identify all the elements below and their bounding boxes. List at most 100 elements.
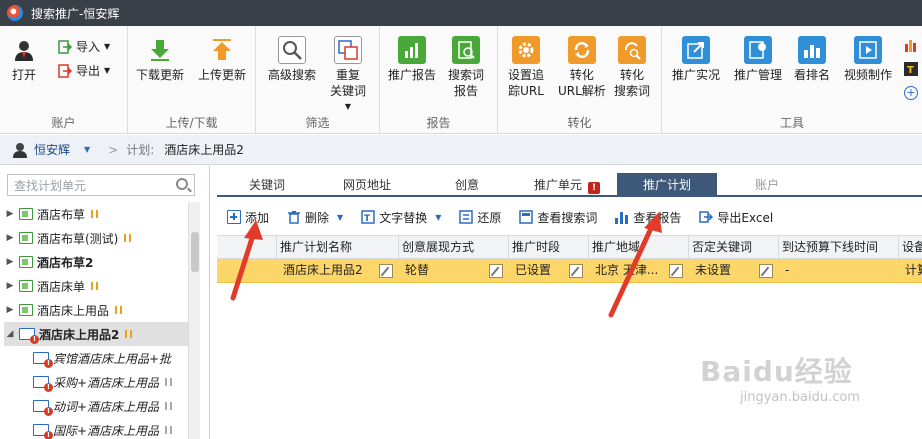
table-cell[interactable]: 酒店床上用品2 bbox=[277, 259, 399, 282]
svg-text:T: T bbox=[907, 65, 914, 76]
view-ranking-button[interactable]: 看排名 bbox=[794, 36, 830, 83]
export-button[interactable]: 导出 ▼ bbox=[58, 62, 110, 79]
video-make-label: 视频制作 bbox=[844, 68, 893, 82]
promotion-report-button[interactable]: 推广报告 bbox=[388, 36, 436, 83]
tab-promotion-plan[interactable]: 推广计划 bbox=[617, 173, 717, 195]
promotion-report-label: 推广报告 bbox=[388, 68, 437, 82]
export-excel-button[interactable]: 导出Excel bbox=[699, 209, 773, 226]
tab-promotion-unit[interactable]: 推广单元! bbox=[517, 173, 617, 195]
column-header[interactable]: 到达预算下线时间 bbox=[779, 236, 899, 258]
edit-icon[interactable] bbox=[489, 263, 503, 278]
row-select-cell[interactable] bbox=[217, 259, 277, 282]
tab-webpage-url[interactable]: 网页地址 bbox=[317, 173, 417, 195]
table-cell[interactable]: 已设置 bbox=[509, 259, 589, 282]
table-cell[interactable]: 未设置 bbox=[689, 259, 779, 282]
column-header[interactable]: 推广时段 bbox=[509, 236, 589, 258]
tab-account[interactable]: 账户 bbox=[717, 173, 817, 195]
view-report-button[interactable]: 查看报告 bbox=[615, 209, 681, 226]
tab-keywords[interactable]: 关键词 bbox=[217, 173, 317, 195]
collapse-icon[interactable]: ◢ bbox=[4, 329, 16, 339]
edit-icon[interactable] bbox=[759, 263, 773, 278]
convert-url-button[interactable]: 转化 URL解析 bbox=[558, 36, 606, 99]
column-header[interactable]: 创意展现方式 bbox=[399, 236, 509, 258]
column-header[interactable]: 否定关键词 bbox=[689, 236, 779, 258]
unit-warning-icon bbox=[33, 400, 53, 416]
upload-update-label: 上传更新 bbox=[198, 68, 247, 82]
export-excel-label: 导出Excel bbox=[717, 210, 774, 225]
upload-update-button[interactable]: 上传更新 bbox=[198, 36, 246, 83]
paused-icon bbox=[91, 210, 99, 218]
user-dropdown-icon[interactable]: ▼ bbox=[84, 145, 90, 154]
expand-icon[interactable]: ▶ bbox=[4, 305, 16, 315]
promotion-manage-button[interactable]: 推广管理 bbox=[734, 36, 782, 83]
tab-label: 账户 bbox=[754, 178, 779, 192]
open-button[interactable]: 打开 bbox=[10, 36, 38, 83]
tree-item-plan-selected[interactable]: ◢ 酒店床上用品2 bbox=[4, 322, 188, 346]
tree-item-unit[interactable]: 动词+酒店床上用品 bbox=[4, 394, 188, 418]
text-tool-icon[interactable]: T bbox=[904, 62, 918, 76]
text-replace-button[interactable]: T 文字替换 ▼ bbox=[361, 209, 441, 226]
chevron-down-icon: ▼ bbox=[344, 102, 352, 111]
breadcrumb-plan-name[interactable]: 酒店床上用品2 bbox=[164, 141, 244, 158]
plan-table: 推广计划名称 创意展现方式 推广时段 推广地域 否定关键词 到达预算下线时间 设… bbox=[217, 235, 922, 283]
table-row[interactable]: 酒店床上用品2 轮替 已设置 北京 天津... 未设置 - 计算 bbox=[217, 259, 922, 283]
search-term-report-label-2: 报告 bbox=[454, 84, 479, 98]
expand-icon[interactable]: ▶ bbox=[4, 281, 16, 291]
set-tracking-url-button[interactable]: 设置追 踪URL bbox=[508, 36, 544, 99]
expand-icon[interactable]: ▶ bbox=[4, 209, 16, 219]
column-header[interactable]: 设备 bbox=[899, 236, 922, 258]
tab-creative[interactable]: 创意 bbox=[417, 173, 517, 195]
convert-url-label-2: URL解析 bbox=[558, 84, 606, 98]
search-input[interactable]: 查找计划单元 bbox=[7, 174, 195, 196]
view-search-terms-button[interactable]: 查看搜索词 bbox=[519, 209, 597, 226]
delete-button[interactable]: 删除 ▼ bbox=[287, 209, 343, 226]
plan-folder-icon bbox=[19, 304, 33, 316]
convert-search-term-button[interactable]: 转化 搜索词 bbox=[614, 36, 650, 99]
column-header[interactable]: 推广计划名称 bbox=[277, 236, 399, 258]
table-header: 推广计划名称 创意展现方式 推广时段 推广地域 否定关键词 到达预算下线时间 设… bbox=[217, 235, 922, 259]
add-button[interactable]: 添加 bbox=[227, 209, 269, 226]
tree-item-plan[interactable]: ▶ 酒店布草2 bbox=[4, 250, 188, 274]
search-icon[interactable] bbox=[176, 178, 188, 190]
bar-chart-icon[interactable] bbox=[904, 38, 918, 52]
expand-icon[interactable]: ▶ bbox=[4, 257, 16, 267]
sidebar-scrollbar[interactable] bbox=[188, 202, 200, 439]
tab-label: 创意 bbox=[454, 178, 479, 192]
tree-item-unit[interactable]: 采购+酒店床上用品 bbox=[4, 370, 188, 394]
edit-icon[interactable] bbox=[669, 263, 683, 278]
edit-icon[interactable] bbox=[379, 263, 393, 278]
promotion-live-button[interactable]: 推广实况 bbox=[672, 36, 720, 83]
tree-item-label: 酒店床上用品 bbox=[37, 303, 110, 318]
table-cell[interactable]: 轮替 bbox=[399, 259, 509, 282]
table-cell[interactable]: - bbox=[779, 259, 899, 282]
plan-folder-icon bbox=[19, 280, 33, 292]
tree-item-unit[interactable]: 国际+酒店床上用品 bbox=[4, 418, 188, 439]
video-make-button[interactable]: 视频制作 bbox=[844, 36, 892, 83]
tree-item-plan[interactable]: ▶ 酒店布草(测试) bbox=[4, 226, 188, 250]
duplicate-keywords-button[interactable]: 重复 关键词 ▼ bbox=[330, 36, 366, 115]
column-header[interactable]: 推广地域 bbox=[589, 236, 689, 258]
ribbon-group-filter: 高级搜索 重复 关键词 ▼ 筛选 bbox=[256, 26, 380, 134]
ranking-icon bbox=[798, 36, 826, 64]
chevron-down-icon[interactable]: ▼ bbox=[337, 213, 343, 222]
tree-item-plan[interactable]: ▶ 酒店床单 bbox=[4, 274, 188, 298]
breadcrumb-user[interactable]: 恒安辉 bbox=[34, 141, 70, 158]
tree-item-unit[interactable]: 宾馆酒店床上用品+批 bbox=[4, 346, 188, 370]
edit-icon[interactable] bbox=[569, 263, 583, 278]
expand-icon[interactable]: ▶ bbox=[4, 233, 16, 243]
chevron-down-icon[interactable]: ▼ bbox=[435, 213, 441, 222]
table-cell[interactable]: 计算 bbox=[899, 259, 922, 282]
tree-item-plan[interactable]: ▶ 酒店布草 bbox=[4, 202, 188, 226]
paused-icon bbox=[115, 306, 123, 314]
search-term-report-button[interactable]: 搜索词 报告 bbox=[448, 36, 484, 99]
restore-button[interactable]: 还原 bbox=[459, 209, 501, 226]
advanced-search-button[interactable]: 高级搜索 bbox=[268, 36, 316, 83]
duplicate-label-2: 关键词 bbox=[330, 84, 367, 98]
table-cell[interactable]: 北京 天津... bbox=[589, 259, 689, 282]
tree-item-plan[interactable]: ▶ 酒店床上用品 bbox=[4, 298, 188, 322]
tree-item-label: 采购+酒店床上用品 bbox=[53, 375, 160, 390]
add-circle-icon[interactable]: + bbox=[904, 86, 918, 100]
scrollbar-thumb[interactable] bbox=[191, 232, 199, 272]
import-button[interactable]: 导入 ▼ bbox=[58, 38, 110, 55]
download-update-button[interactable]: 下载更新 bbox=[136, 36, 184, 83]
